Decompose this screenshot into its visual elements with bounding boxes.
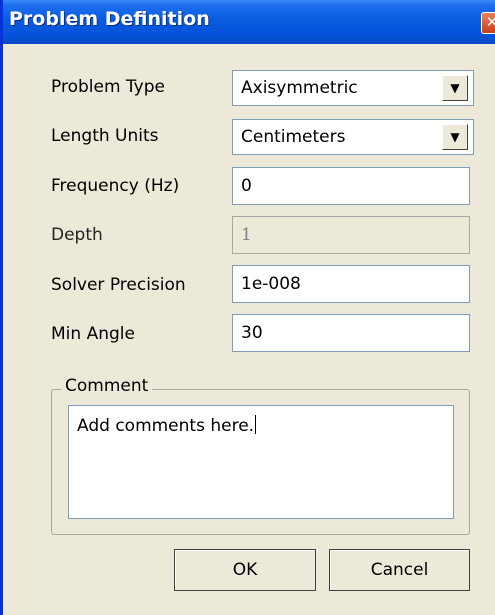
min-angle-value: 30 (241, 323, 263, 343)
cancel-button[interactable]: Cancel (329, 549, 470, 591)
comment-textarea[interactable]: Add comments here. (68, 405, 454, 519)
problem-type-value: Axisymmetric (241, 78, 358, 98)
solver-precision-label: Solver Precision (51, 275, 186, 295)
problem-type-select[interactable]: Axisymmetric ▼ (232, 70, 474, 106)
problem-type-label: Problem Type (51, 77, 165, 97)
length-units-value: Centimeters (241, 127, 346, 147)
min-angle-input[interactable]: 30 (232, 314, 470, 352)
title-bar[interactable]: Problem Definition ✕ (3, 0, 495, 44)
frequency-value: 0 (241, 176, 252, 196)
min-angle-label: Min Angle (51, 324, 135, 344)
depth-input: 1 (232, 216, 470, 254)
depth-label: Depth (51, 225, 103, 245)
chevron-down-icon[interactable]: ▼ (442, 124, 468, 150)
frequency-input[interactable]: 0 (232, 167, 470, 205)
depth-value: 1 (241, 225, 252, 245)
close-icon[interactable]: ✕ (481, 12, 495, 34)
comment-legend: Comment (61, 376, 153, 396)
length-units-label: Length Units (51, 126, 159, 146)
ok-button[interactable]: OK (174, 549, 316, 591)
comment-text: Add comments here. (77, 416, 255, 436)
frequency-label: Frequency (Hz) (51, 176, 180, 196)
window-title: Problem Definition (9, 8, 210, 30)
dialog-body: Problem Type Axisymmetric ▼ Length Units… (6, 44, 495, 615)
problem-definition-dialog: Problem Definition ✕ Problem Type Axisym… (0, 0, 495, 615)
length-units-select[interactable]: Centimeters ▼ (232, 119, 474, 155)
solver-precision-input[interactable]: 1e-008 (232, 265, 470, 303)
chevron-down-icon[interactable]: ▼ (442, 75, 468, 101)
solver-precision-value: 1e-008 (241, 274, 301, 294)
